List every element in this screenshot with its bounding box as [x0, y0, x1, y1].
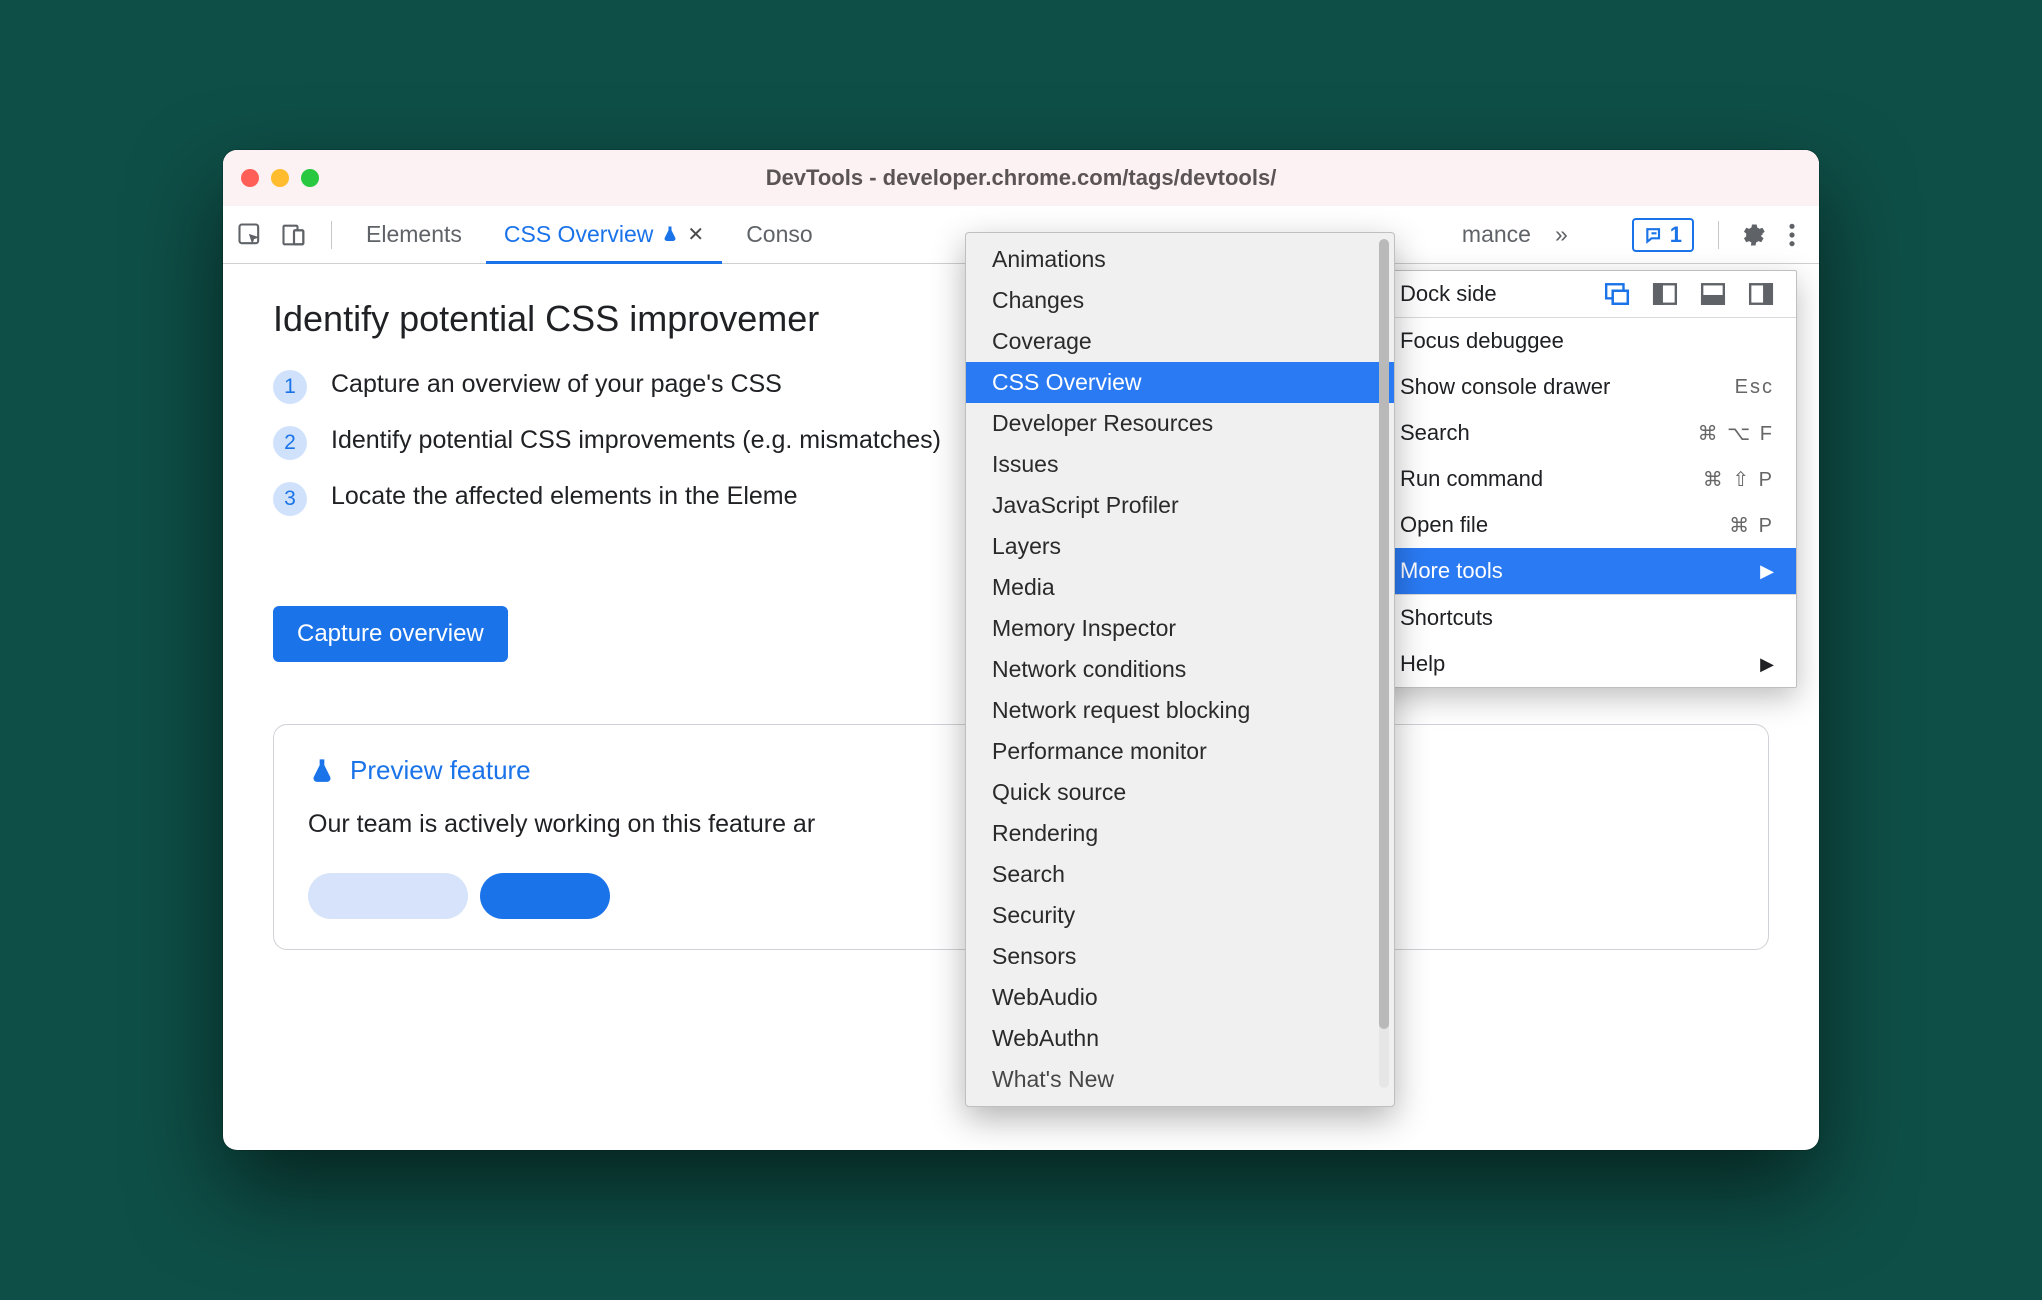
kebab-menu-icon[interactable]	[1775, 218, 1809, 252]
submenu-item[interactable]: Memory Inspector	[966, 608, 1394, 649]
tab-label: mance	[1462, 221, 1531, 248]
tab-css-overview[interactable]: CSS Overview ✕	[486, 207, 722, 264]
more-tools-submenu: AnimationsChangesCoverageCSS OverviewDev…	[965, 232, 1395, 1107]
dock-side-row: Dock side	[1378, 271, 1796, 317]
menu-item-run-command[interactable]: Run command ⌘ ⇧ P	[1378, 456, 1796, 502]
submenu-item[interactable]: Network request blocking	[966, 690, 1394, 731]
inspect-icon[interactable]	[233, 218, 267, 252]
menu-item-search[interactable]: Search ⌘ ⌥ F	[1378, 410, 1796, 456]
tab-label: Conso	[746, 221, 812, 248]
traffic-lights	[241, 169, 319, 187]
separator	[331, 221, 332, 249]
submenu-item[interactable]: Changes	[966, 280, 1394, 321]
submenu-item[interactable]: Search	[966, 854, 1394, 895]
separator	[1718, 221, 1719, 249]
preview-title: Preview feature	[350, 755, 531, 786]
submenu-item[interactable]: Performance monitor	[966, 731, 1394, 772]
submenu-item[interactable]: CSS Overview	[966, 362, 1394, 403]
menu-item-show-console-drawer[interactable]: Show console drawer Esc	[1378, 364, 1796, 410]
submenu-item[interactable]: Sensors	[966, 936, 1394, 977]
submenu-item[interactable]: What's New	[966, 1059, 1394, 1100]
dock-right-icon[interactable]	[1748, 281, 1774, 307]
tab-console[interactable]: Conso	[728, 206, 830, 263]
step-text: Identify potential CSS improvements (e.g…	[331, 424, 941, 458]
submenu-item[interactable]: Layers	[966, 526, 1394, 567]
submenu-item[interactable]: WebAudio	[966, 977, 1394, 1018]
devtools-window: DevTools - developer.chrome.com/tags/dev…	[223, 150, 1819, 1150]
flask-icon	[661, 225, 679, 243]
submenu-item[interactable]: Security	[966, 895, 1394, 936]
scrollbar-thumb[interactable]	[1379, 239, 1389, 1029]
step-number: 2	[273, 426, 307, 460]
step-text: Locate the affected elements in the Elem…	[331, 480, 798, 514]
capture-overview-button[interactable]: Capture overview	[273, 606, 508, 662]
submenu-item[interactable]: Coverage	[966, 321, 1394, 362]
scrollbar[interactable]	[1379, 239, 1389, 1088]
close-tab-icon[interactable]: ✕	[687, 222, 704, 247]
close-window-button[interactable]	[241, 169, 259, 187]
submenu-item[interactable]: Network conditions	[966, 649, 1394, 690]
menu-item-help[interactable]: Help ▶	[1378, 641, 1796, 687]
chevron-right-icon: ▶	[1760, 561, 1774, 582]
tab-label: CSS Overview	[504, 221, 654, 248]
menu-item-shortcuts[interactable]: Shortcuts	[1378, 595, 1796, 641]
submenu-item[interactable]: Animations	[966, 239, 1394, 280]
menu-item-more-tools[interactable]: More tools ▶	[1378, 548, 1796, 594]
submenu-item[interactable]: WebAuthn	[966, 1018, 1394, 1059]
device-toggle-icon[interactable]	[277, 218, 311, 252]
flask-icon	[308, 757, 336, 785]
step-text: Capture an overview of your page's CSS	[331, 368, 782, 402]
settings-menu: Dock side Foc	[1377, 270, 1797, 688]
submenu-item[interactable]: JavaScript Profiler	[966, 485, 1394, 526]
tabs-overflow-button[interactable]: »	[1543, 206, 1580, 263]
label: Dock side	[1400, 281, 1497, 307]
submenu-item[interactable]: Rendering	[966, 813, 1394, 854]
gear-icon[interactable]	[1735, 218, 1769, 252]
menu-item-open-file[interactable]: Open file ⌘ P	[1378, 502, 1796, 548]
issues-button[interactable]: 1	[1632, 218, 1694, 252]
minimize-window-button[interactable]	[271, 169, 289, 187]
pill-button[interactable]	[480, 873, 610, 919]
chevron-right-double-icon: »	[1555, 221, 1568, 248]
dock-left-icon[interactable]	[1652, 281, 1678, 307]
pill-button[interactable]	[308, 873, 468, 919]
step-number: 3	[273, 482, 307, 516]
tab-label: Elements	[366, 221, 462, 248]
submenu-item[interactable]: Quick source	[966, 772, 1394, 813]
menu-item-focus-debuggee[interactable]: Focus debuggee	[1378, 318, 1796, 364]
tab-elements[interactable]: Elements	[348, 206, 480, 263]
submenu-item[interactable]: Issues	[966, 444, 1394, 485]
submenu-item[interactable]: Media	[966, 567, 1394, 608]
chevron-right-icon: ▶	[1760, 654, 1774, 675]
dock-undock-icon[interactable]	[1604, 281, 1630, 307]
dock-bottom-icon[interactable]	[1700, 281, 1726, 307]
titlebar: DevTools - developer.chrome.com/tags/dev…	[223, 150, 1819, 206]
window-title: DevTools - developer.chrome.com/tags/dev…	[223, 165, 1819, 191]
submenu-item[interactable]: Developer Resources	[966, 403, 1394, 444]
issues-count: 1	[1670, 222, 1682, 248]
maximize-window-button[interactable]	[301, 169, 319, 187]
tab-performance-partial[interactable]: mance	[1444, 206, 1537, 263]
step-number: 1	[273, 370, 307, 404]
